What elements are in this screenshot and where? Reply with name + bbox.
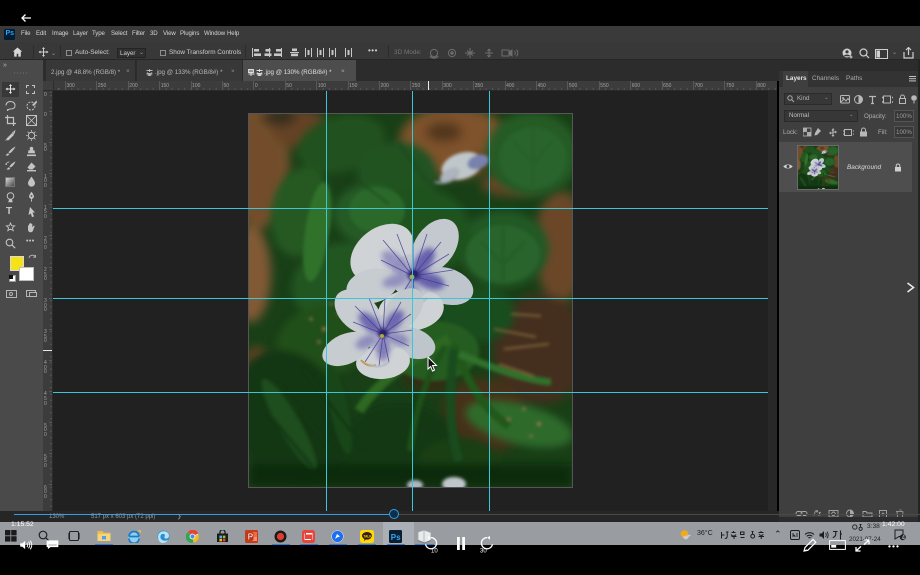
svg-text:Ps: Ps [391, 533, 401, 542]
svg-text:P: P [248, 532, 253, 541]
svg-text:TALK: TALK [363, 535, 372, 539]
svg-text:10: 10 [431, 549, 438, 553]
svg-text:30: 30 [480, 549, 487, 553]
